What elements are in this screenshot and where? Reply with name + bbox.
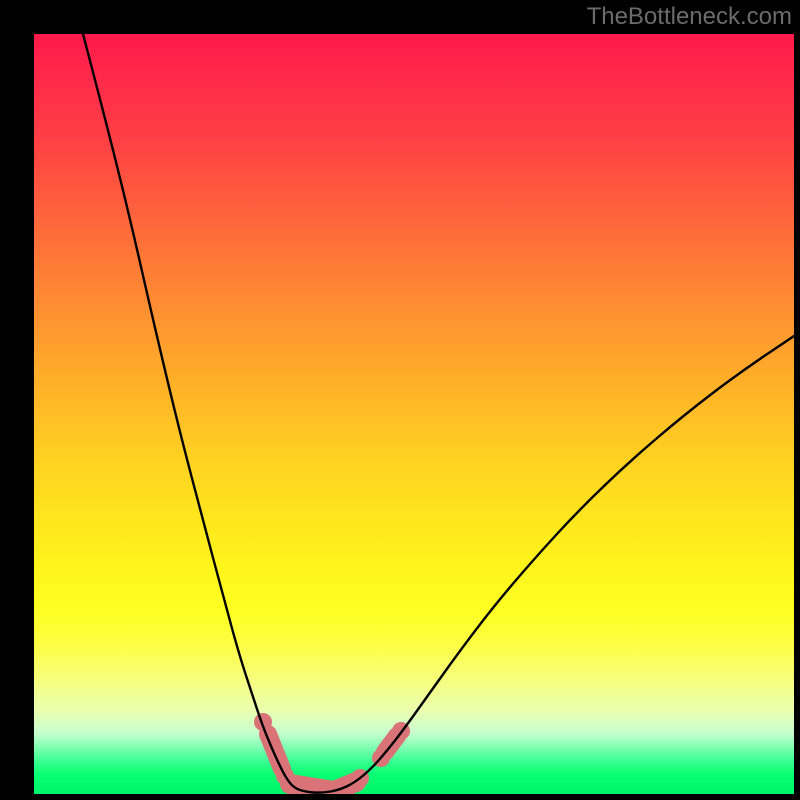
outer-frame: TheBottleneck.com bbox=[0, 0, 800, 800]
bottleneck-curve-svg bbox=[34, 34, 794, 794]
plot-area bbox=[34, 34, 794, 794]
bottleneck-curve bbox=[83, 34, 794, 793]
watermark-text: TheBottleneck.com bbox=[587, 3, 792, 31]
